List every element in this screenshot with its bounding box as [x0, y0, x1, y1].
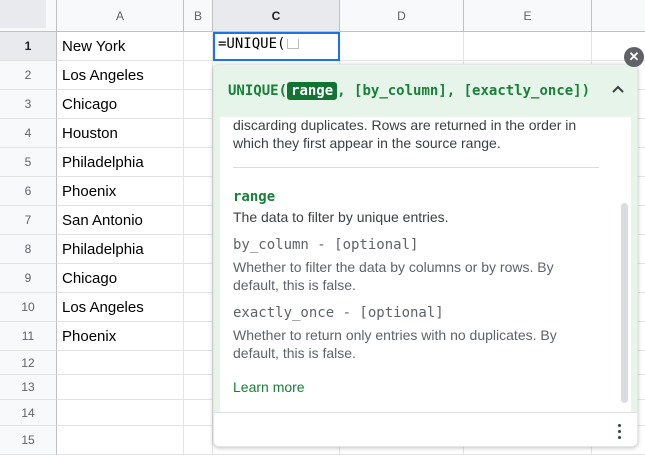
column-header-c[interactable]: C: [213, 0, 340, 32]
function-signature-header[interactable]: UNIQUE(range, [by_column], [exactly_once…: [214, 65, 637, 117]
row-header-3[interactable]: 3: [0, 90, 57, 119]
function-signature: UNIQUE(range, [by_column], [exactly_once…: [228, 82, 591, 100]
learn-more-link[interactable]: Learn more: [233, 379, 305, 395]
row-header-11[interactable]: 11: [0, 322, 57, 351]
help-body: discarding duplicates. Rows are returned…: [214, 117, 637, 412]
row-header-2[interactable]: 2: [0, 61, 57, 90]
param-name-range: range: [233, 189, 276, 205]
formula-input[interactable]: =UNIQUE(: [218, 36, 300, 52]
active-cell-c1[interactable]: =UNIQUE(: [213, 32, 340, 61]
column-header-f[interactable]: [592, 0, 645, 32]
help-scroll-area[interactable]: discarding duplicates. Rows are returned…: [220, 117, 631, 412]
scrollbar-thumb[interactable]: [621, 203, 628, 403]
cell-a5[interactable]: Philadelphia: [62, 148, 144, 177]
param-name-exactly-once: exactly_once - [optional]: [233, 305, 444, 321]
cell-a11[interactable]: Phoenix: [62, 322, 116, 351]
row-header-4[interactable]: 4: [0, 119, 57, 148]
row-header-6[interactable]: 6: [0, 177, 57, 206]
row-header-10[interactable]: 10: [0, 293, 57, 322]
close-icon[interactable]: ✕: [624, 47, 644, 67]
popup-footer: [214, 412, 637, 446]
column-header-d[interactable]: D: [340, 0, 464, 32]
cell-a10[interactable]: Los Angeles: [62, 293, 144, 322]
param-desc-range: The data to filter by unique entries.: [233, 209, 449, 225]
column-header-e[interactable]: E: [464, 0, 592, 32]
select-all-corner[interactable]: [0, 0, 57, 32]
more-vert-icon[interactable]: [618, 421, 621, 442]
row-header-9[interactable]: 9: [0, 264, 57, 293]
row-header-7[interactable]: 7: [0, 206, 57, 235]
cell-a6[interactable]: Phoenix: [62, 177, 116, 206]
cell-a9[interactable]: Chicago: [62, 264, 117, 293]
chevron-up-icon[interactable]: [611, 81, 625, 99]
cell-a7[interactable]: San Antonio: [62, 206, 143, 235]
row-header-14[interactable]: 14: [0, 400, 57, 426]
row-header-8[interactable]: 8: [0, 235, 57, 264]
row-header-15[interactable]: 15: [0, 426, 57, 455]
cell-a3[interactable]: Chicago: [62, 90, 117, 119]
table-row: [57, 32, 645, 61]
row-header-12[interactable]: 12: [0, 351, 57, 375]
cell-a4[interactable]: Houston: [62, 119, 118, 148]
column-header-a[interactable]: A: [57, 0, 184, 32]
cell-a8[interactable]: Philadelphia: [62, 235, 144, 264]
column-header-b[interactable]: B: [184, 0, 213, 32]
param-desc-exactly-once: Whether to return only entries with no d…: [233, 327, 557, 361]
param-desc-by-column: Whether to filter the data by columns or…: [233, 259, 554, 293]
row-header-13[interactable]: 13: [0, 375, 57, 400]
divider: [233, 167, 599, 168]
active-parameter: range: [287, 82, 338, 100]
formula-help-popup: UNIQUE(range, [by_column], [exactly_once…: [213, 64, 638, 447]
argument-placeholder: [287, 39, 300, 49]
row-header-5[interactable]: 5: [0, 148, 57, 177]
function-description: discarding duplicates. Rows are returned…: [233, 117, 577, 151]
cell-a1[interactable]: New York: [62, 32, 125, 61]
row-header-1[interactable]: 1: [0, 32, 57, 61]
cell-a2[interactable]: Los Angeles: [62, 61, 144, 90]
param-name-by-column: by_column - [optional]: [233, 237, 419, 253]
